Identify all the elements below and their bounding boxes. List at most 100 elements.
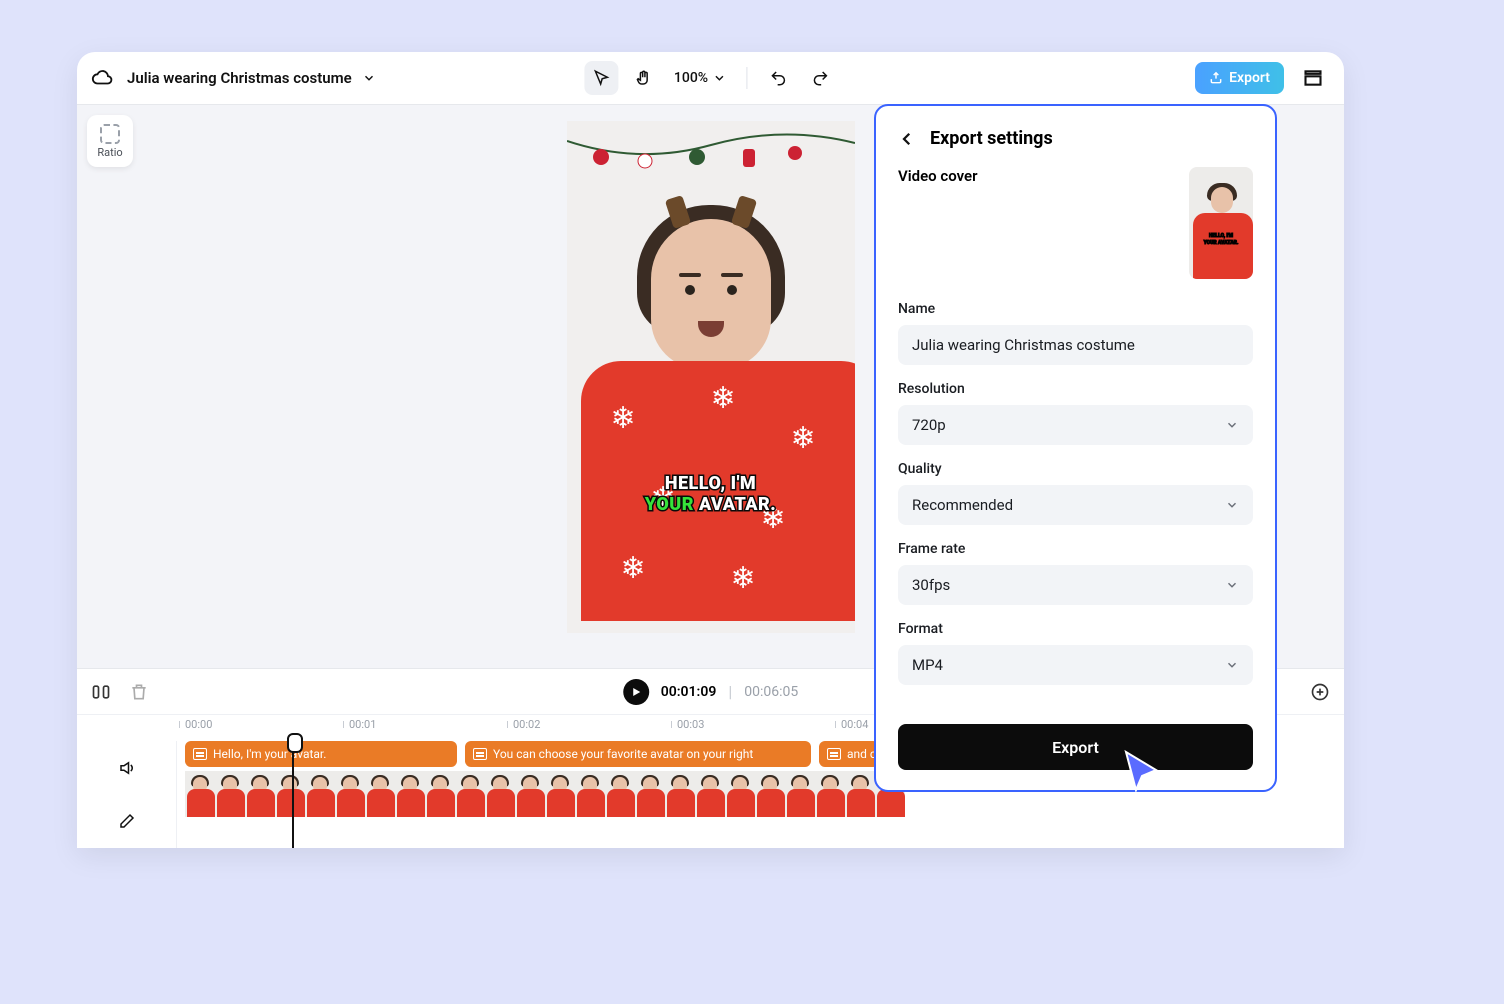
subtitle-text: and c — [847, 747, 876, 761]
video-cover-row: Video cover HELLO, I'M YOUR AVATAR. — [898, 167, 1253, 279]
video-cover-label: Video cover — [898, 167, 977, 185]
speaker-icon — [118, 759, 136, 777]
video-thumb — [365, 771, 395, 817]
field-quality: Quality Recommended — [898, 461, 1253, 525]
caption-line2: YOUR AVATAR. — [567, 494, 855, 515]
ruler-tick: 00:01 — [349, 718, 376, 731]
export-button-top[interactable]: Export — [1195, 62, 1284, 94]
panel-title: Export settings — [930, 128, 1053, 149]
video-thumb — [725, 771, 755, 817]
video-thumb — [635, 771, 665, 817]
video-thumb — [785, 771, 815, 817]
format-select[interactable]: MP4 — [898, 645, 1253, 685]
project-title-dropdown[interactable]: Julia wearing Christmas costume — [127, 69, 376, 87]
play-time-group: 00:01:09 | 00:06:05 — [623, 679, 799, 705]
back-icon[interactable] — [898, 130, 916, 148]
video-cover-thumbnail[interactable]: HELLO, I'M YOUR AVATAR. — [1189, 167, 1253, 279]
ruler-tick: 00:02 — [513, 718, 540, 731]
video-thumb — [665, 771, 695, 817]
export-label: Export — [1229, 70, 1270, 86]
subtitle-clip[interactable]: Hello, I'm your avatar. — [185, 741, 457, 767]
chevron-down-icon — [362, 71, 376, 85]
caption-overlay: HELLO, I'M YOUR AVATAR. — [567, 473, 855, 515]
audio-track-button[interactable] — [77, 741, 176, 795]
subtitle-clip[interactable]: and c — [819, 741, 879, 767]
cursor-icon — [592, 69, 610, 87]
panels-button[interactable] — [1296, 61, 1330, 95]
export-button-main[interactable]: Export — [898, 724, 1253, 770]
subtitle-clip[interactable]: You can choose your favorite avatar on y… — [465, 741, 811, 767]
redo-icon — [811, 69, 829, 87]
quality-label: Quality — [898, 461, 1253, 477]
current-time: 00:01:09 — [661, 684, 717, 700]
name-label: Name — [898, 301, 1253, 317]
undo-icon — [769, 69, 787, 87]
framerate-label: Frame rate — [898, 541, 1253, 557]
video-thumb — [515, 771, 545, 817]
caption-line1: HELLO, I'M — [567, 473, 855, 494]
video-thumb — [455, 771, 485, 817]
chevron-down-icon — [1225, 578, 1239, 592]
video-thumb — [245, 771, 275, 817]
framerate-value: 30fps — [912, 576, 950, 594]
quality-value: Recommended — [912, 496, 1013, 514]
play-icon — [630, 686, 642, 698]
subtitle-text: Hello, I'm your avatar. — [213, 747, 326, 761]
undo-button[interactable] — [761, 61, 795, 95]
redo-button[interactable] — [803, 61, 837, 95]
zoom-value: 100% — [674, 70, 708, 86]
right-tools: Export — [1195, 61, 1330, 95]
ruler-tick: 00:03 — [677, 718, 704, 731]
canvas-tools: 100% — [584, 61, 837, 95]
format-label: Format — [898, 621, 1253, 637]
playhead[interactable] — [292, 741, 294, 848]
ratio-label: Ratio — [97, 146, 122, 159]
project-title: Julia wearing Christmas costume — [127, 69, 352, 87]
field-format: Format MP4 — [898, 621, 1253, 685]
video-thumb — [755, 771, 785, 817]
video-thumb — [395, 771, 425, 817]
field-resolution: Resolution 720p — [898, 381, 1253, 445]
video-thumb — [815, 771, 845, 817]
stack-icon — [1303, 68, 1323, 88]
ruler-tick: 00:00 — [185, 718, 212, 731]
top-bar: Julia wearing Christmas costume 100% — [77, 52, 1344, 105]
video-thumb — [275, 771, 305, 817]
quality-select[interactable]: Recommended — [898, 485, 1253, 525]
video-thumb — [305, 771, 335, 817]
track-gutter — [77, 741, 177, 848]
play-button[interactable] — [623, 679, 649, 705]
name-input[interactable] — [898, 325, 1253, 365]
ruler-tick: 00:04 — [841, 718, 868, 731]
export-main-label: Export — [1052, 738, 1099, 757]
trash-icon[interactable] — [129, 682, 149, 702]
chevron-down-icon — [1225, 418, 1239, 432]
export-icon — [1209, 71, 1223, 85]
video-preview[interactable]: ❄ ❄ ❄ ❄ ❄ ❄ ❄ HELLO, I'M YOUR AVATAR. — [567, 121, 855, 633]
garland-decoration — [567, 131, 855, 191]
chevron-down-icon — [1225, 658, 1239, 672]
time-separator: | — [728, 682, 732, 701]
select-tool[interactable] — [584, 61, 618, 95]
resolution-select[interactable]: 720p — [898, 405, 1253, 445]
field-name: Name — [898, 301, 1253, 365]
subtitle-icon — [827, 748, 841, 760]
framerate-select[interactable]: 30fps — [898, 565, 1253, 605]
split-icon[interactable] — [91, 682, 111, 702]
zoom-in-icon[interactable] — [1310, 682, 1330, 702]
edit-track-button[interactable] — [77, 795, 176, 849]
subtitle-icon — [473, 748, 487, 760]
ratio-button[interactable]: Ratio — [87, 115, 133, 167]
chevron-down-icon — [1225, 498, 1239, 512]
subtitle-icon — [193, 748, 207, 760]
zoom-dropdown[interactable]: 100% — [668, 70, 732, 86]
separator — [746, 67, 747, 89]
resolution-value: 720p — [912, 416, 946, 434]
pencil-icon — [118, 812, 136, 830]
total-duration: 00:06:05 — [744, 684, 798, 700]
panel-header: Export settings — [898, 128, 1253, 149]
video-thumb — [335, 771, 365, 817]
demo-cursor-icon — [1120, 748, 1168, 796]
format-value: MP4 — [912, 656, 943, 674]
hand-tool[interactable] — [626, 61, 660, 95]
